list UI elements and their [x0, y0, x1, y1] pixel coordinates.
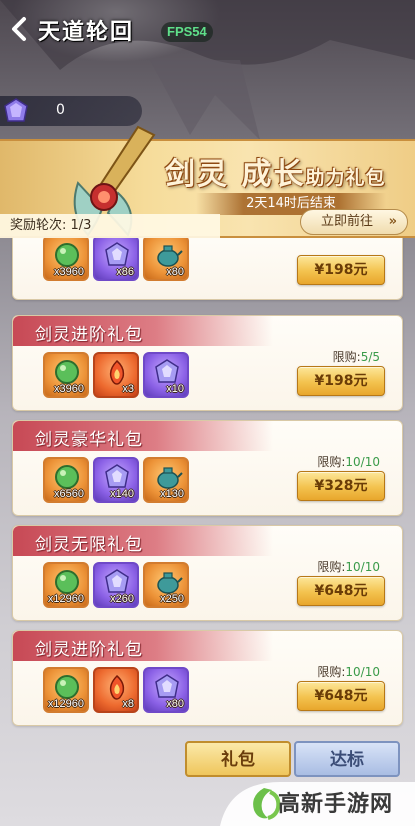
- limit-label: 限购:: [317, 455, 346, 469]
- go-now-button[interactable]: 立即前往 »: [300, 209, 408, 235]
- teapot-icon: [157, 572, 183, 594]
- watermark-text: 高新手游网: [278, 792, 394, 817]
- green-orb-icon: [55, 570, 79, 594]
- pack-card: 剑灵进阶礼包 x3960 x3 x10 限购:5/5 ¥198元: [12, 315, 403, 411]
- pack-item[interactable]: x250: [143, 562, 189, 608]
- tab-gift-pack[interactable]: 礼包: [185, 741, 291, 777]
- limit-value: 5/5: [360, 350, 380, 364]
- go-now-label: 立即前往: [321, 214, 374, 229]
- purchase-limit: 限购:5/5: [333, 348, 380, 365]
- pack-item[interactable]: x130: [143, 457, 189, 503]
- item-count: x10: [166, 383, 184, 395]
- pack-item[interactable]: x3960: [43, 352, 89, 398]
- item-count: x3: [122, 383, 134, 395]
- pack-item[interactable]: x6560: [43, 457, 89, 503]
- limit-value: 10/10: [345, 560, 380, 574]
- banner-title-sub: 助力礼包: [305, 167, 386, 189]
- pack-card: 剑灵豪华礼包 x6560 x140 x130 限购:10/10 ¥328元: [12, 420, 403, 516]
- green-orb-icon: [55, 465, 79, 489]
- pack-item[interactable]: x3960: [43, 238, 89, 281]
- pack-card: 剑灵进阶礼包 x12960 x8 x80 限购:10/10 ¥648元: [12, 630, 403, 726]
- purple-crystal-icon: [105, 569, 129, 593]
- tab-target[interactable]: 达标: [294, 741, 400, 777]
- pack-item[interactable]: x80: [143, 238, 189, 281]
- banner-title: 剑灵 成长助力礼包: [165, 149, 385, 193]
- item-count: x12960: [47, 593, 84, 605]
- pack-list[interactable]: x3960 x86 x80 ¥198元 剑灵进阶礼包 x3960 x3 x10 …: [0, 238, 415, 826]
- purchase-limit: 限购:10/10: [317, 453, 380, 470]
- item-count: x260: [110, 593, 134, 605]
- buy-button[interactable]: ¥198元: [297, 255, 385, 285]
- pack-title: 剑灵豪华礼包: [35, 430, 143, 450]
- pack-item[interactable]: x10: [143, 352, 189, 398]
- top-bar: 天道轮回 FPS54: [0, 10, 415, 50]
- pack-title: 剑灵进阶礼包: [35, 325, 143, 345]
- purchase-limit: 限购:10/10: [317, 663, 380, 680]
- banner-title-main: 剑灵 成长: [165, 157, 306, 192]
- green-orb-icon: [55, 360, 79, 384]
- purchase-limit: 限购:10/10: [317, 558, 380, 575]
- pack-title: 剑灵无限礼包: [35, 535, 143, 555]
- pack-card: x3960 x86 x80 ¥198元: [12, 238, 403, 300]
- item-count: x6560: [54, 488, 84, 500]
- page-title: 天道轮回: [38, 20, 135, 45]
- pack-card: 剑灵无限礼包 x12960 x260 x250 限购:10/10 ¥648元: [12, 525, 403, 621]
- buy-button[interactable]: ¥648元: [297, 681, 385, 711]
- green-orb-icon: [55, 675, 79, 699]
- buy-button[interactable]: ¥648元: [297, 576, 385, 606]
- item-count: x3960: [54, 266, 84, 278]
- item-count: x80: [166, 266, 184, 278]
- pack-item[interactable]: x3: [93, 352, 139, 398]
- teapot-icon: [157, 467, 183, 489]
- reward-round-label: 奖励轮次: 1/3: [0, 214, 220, 238]
- chevron-left-icon: [12, 17, 26, 41]
- gem-icon: [4, 98, 28, 122]
- currency-value: 0: [56, 102, 65, 118]
- item-count: x140: [110, 488, 134, 500]
- purple-crystal-icon: [155, 674, 179, 698]
- limit-value: 10/10: [345, 665, 380, 679]
- item-count: x80: [166, 698, 184, 710]
- currency-display: 0: [0, 96, 142, 126]
- green-orb-icon: [55, 243, 79, 267]
- teapot-icon: [157, 245, 183, 267]
- purple-crystal-icon: [105, 242, 129, 266]
- fire-stone-icon: [109, 359, 125, 385]
- item-count: x8: [122, 698, 134, 710]
- double-chevron-right-icon: »: [388, 214, 397, 229]
- pack-item[interactable]: x140: [93, 457, 139, 503]
- buy-button[interactable]: ¥328元: [297, 471, 385, 501]
- pack-item[interactable]: x80: [143, 667, 189, 713]
- back-button[interactable]: [6, 14, 34, 44]
- pack-item[interactable]: x86: [93, 238, 139, 281]
- pack-item[interactable]: x12960: [43, 562, 89, 608]
- item-count: x3960: [54, 383, 84, 395]
- purple-crystal-icon: [105, 464, 129, 488]
- item-count: x130: [160, 488, 184, 500]
- fps-counter: FPS54: [161, 22, 213, 42]
- pack-item[interactable]: x8: [93, 667, 139, 713]
- pack-title: 剑灵进阶礼包: [35, 640, 143, 660]
- item-count: x86: [116, 266, 134, 278]
- item-count: x12960: [47, 698, 84, 710]
- limit-label: 限购:: [317, 560, 346, 574]
- limit-label: 限购:: [317, 665, 346, 679]
- limit-value: 10/10: [345, 455, 380, 469]
- purple-crystal-icon: [155, 359, 179, 383]
- fire-stone-icon: [109, 674, 125, 700]
- limit-label: 限购:: [332, 350, 361, 364]
- item-count: x250: [160, 593, 184, 605]
- pack-item[interactable]: x12960: [43, 667, 89, 713]
- pack-item[interactable]: x260: [93, 562, 139, 608]
- buy-button[interactable]: ¥198元: [297, 366, 385, 396]
